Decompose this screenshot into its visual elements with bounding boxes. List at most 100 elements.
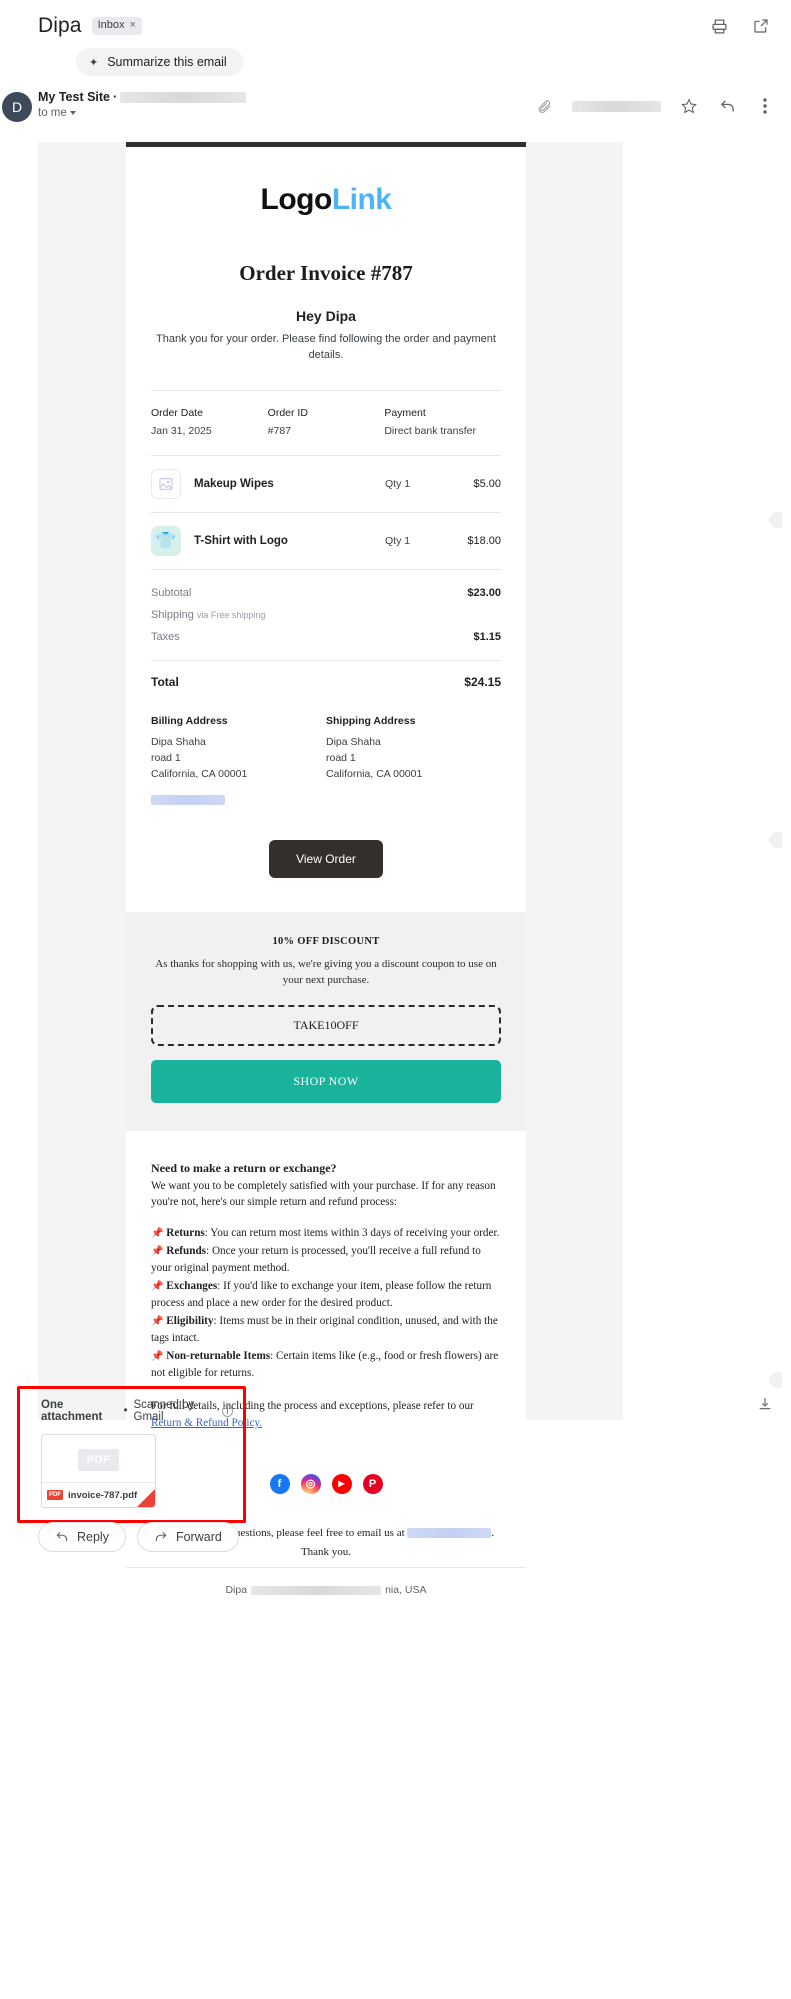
shipping-heading: Shipping Address (326, 714, 416, 727)
policy-item-title: Returns (166, 1227, 205, 1240)
paperclip-icon (534, 96, 554, 116)
pushpin-icon: 📌 (151, 1246, 164, 1258)
star-icon[interactable] (679, 96, 699, 116)
greeting: Hey Dipa (296, 308, 356, 324)
policy-intro: We want you to be completely satisfied w… (151, 1179, 496, 1209)
reply-actions: Reply Forward (38, 1522, 239, 1552)
intro-text: Thank you for your order. Please find fo… (156, 333, 496, 361)
order-date-label: Order Date (151, 406, 203, 419)
reply-arrow-icon (56, 1531, 68, 1542)
attachment-preview: PDF (42, 1435, 155, 1484)
contact-suffix: . (491, 1526, 495, 1539)
invoice-inner: Order Date Jan 31, 2025 Order ID #787 Pa… (126, 364, 526, 912)
shipping-method: via Free shipping (196, 609, 266, 620)
subtotal-value: $23.00 (467, 586, 501, 599)
summary-row: Subtotal $23.00 (151, 582, 501, 604)
image-placeholder-icon (151, 468, 181, 499)
product-name: Makeup Wipes (194, 477, 274, 490)
list-item: 📌 Non-returnable Items: Certain items li… (151, 1348, 501, 1382)
chevron-down-icon[interactable] (69, 111, 76, 115)
view-order-button[interactable]: View Order (269, 839, 383, 878)
brand-logo: LogoLink (126, 147, 526, 217)
list-item: 📌 Exchanges: If you'd like to exchange y… (151, 1278, 501, 1312)
addresses: Billing Address Dipa Shaha road 1 Califo… (151, 703, 501, 816)
total-value: $24.15 (464, 674, 501, 689)
subject-row: Dipa Inbox × (38, 14, 773, 38)
order-date-value: Jan 31, 2025 (151, 424, 212, 437)
download-all-icon[interactable] (757, 1396, 773, 1417)
payment-label: Payment (384, 406, 426, 419)
shipping-label-text: Shipping (151, 608, 194, 621)
taxes-value: $1.15 (473, 630, 501, 643)
avatar[interactable]: D (2, 92, 32, 122)
attachment-filename: invoice-787.pdf (68, 1489, 138, 1501)
close-icon[interactable]: × (130, 19, 136, 31)
product-qty: Qty 1 (385, 477, 411, 490)
order-date-col: Order Date Jan 31, 2025 (151, 407, 268, 437)
shipping-lines: Dipa Shaha road 1 California, CA 00001 (326, 735, 423, 781)
billing-email-redacted (151, 794, 225, 805)
product-qty: Qty 1 (385, 534, 411, 547)
product-name: T-Shirt with Logo (194, 534, 288, 547)
summarize-email-button[interactable]: ✦ Summarize this email (76, 48, 243, 76)
payment-col: Payment Direct bank transfer (384, 407, 501, 437)
attachment-separator: • (123, 1405, 128, 1417)
sender-separator: · (113, 90, 118, 104)
order-id-label: Order ID (267, 406, 308, 419)
order-meta: Order Date Jan 31, 2025 Order ID #787 Pa… (151, 391, 501, 455)
forward-arrow-icon (155, 1531, 167, 1542)
print-icon[interactable] (709, 16, 729, 36)
product-price: $5.00 (473, 477, 501, 490)
pushpin-icon: 📌 (151, 1351, 164, 1363)
policy-item-title: Refunds (166, 1245, 207, 1258)
info-icon[interactable]: i (222, 1405, 233, 1417)
header-actions (709, 16, 771, 36)
discount-heading: 10% OFF DISCOUNT (272, 935, 380, 947)
sender-row: D My Test Site · to me (0, 90, 791, 136)
forward-label: Forward (175, 1530, 222, 1544)
pushpin-icon: 📌 (151, 1316, 164, 1328)
attachment-card[interactable]: PDF PDF invoice-787.pdf (41, 1434, 156, 1508)
inbox-label-text: Inbox (97, 19, 125, 32)
summary-row: Taxes $1.15 (151, 626, 501, 648)
billing-address: Billing Address Dipa Shaha road 1 Califo… (151, 715, 326, 810)
forward-button[interactable]: Forward (136, 1522, 239, 1552)
attachment-section: One attachment • Scanned by Gmail i PDF … (0, 1386, 791, 1523)
pushpin-icon: 📌 (151, 1281, 164, 1293)
reply-button[interactable]: Reply (38, 1522, 126, 1552)
coupon-code[interactable]: TAKE10OFF (151, 1004, 501, 1046)
message-actions (534, 96, 775, 116)
contact-email-redacted (407, 1528, 492, 1539)
summarize-row: ✦ Summarize this email (76, 48, 773, 76)
logo-text-accent: Link (331, 183, 392, 216)
page-title: Dipa (38, 14, 82, 37)
policy-list: 📌 Returns: You can return most items wit… (151, 1225, 501, 1382)
open-in-new-icon[interactable] (751, 16, 771, 36)
tshirt-thumbnail: 👕 (151, 525, 181, 556)
shop-now-button[interactable]: SHOP NOW (151, 1059, 501, 1103)
table-row: 👕 T-Shirt with Logo Qty 1 $18.00 (151, 513, 501, 569)
total-label: Total (151, 674, 179, 689)
reply-icon[interactable] (717, 96, 737, 116)
pdf-corner-icon (137, 1489, 155, 1507)
policy-item-text: : You can return most items within 3 day… (204, 1227, 500, 1240)
inbox-label-chip[interactable]: Inbox × (91, 17, 142, 35)
list-item: 📌 Eligibility: Items must be in their or… (151, 1313, 501, 1347)
taxes-label: Taxes (151, 630, 180, 643)
scroll-edge-marker (769, 832, 782, 848)
billing-lines: Dipa Shaha road 1 California, CA 00001 (151, 735, 248, 781)
pdf-icon: PDF (47, 1490, 63, 1500)
payment-value: Direct bank transfer (384, 424, 476, 437)
subtotal-label: Subtotal (151, 586, 192, 599)
pdf-placeholder-badge: PDF (77, 1448, 120, 1471)
attachment-footer: PDF invoice-787.pdf (42, 1482, 155, 1507)
view-order-wrap: View Order (151, 816, 501, 912)
footer-address-redacted (251, 1585, 382, 1595)
attachment-highlight-box: One attachment • Scanned by Gmail i PDF … (17, 1386, 246, 1523)
pushpin-icon: 📌 (151, 1228, 164, 1240)
footer-suffix: nia, USA (385, 1584, 427, 1597)
policy-item-title: Exchanges (166, 1280, 218, 1293)
logo-text-primary: Logo (260, 183, 333, 216)
more-vert-icon[interactable] (755, 96, 775, 116)
sender-email-redacted (120, 91, 247, 103)
